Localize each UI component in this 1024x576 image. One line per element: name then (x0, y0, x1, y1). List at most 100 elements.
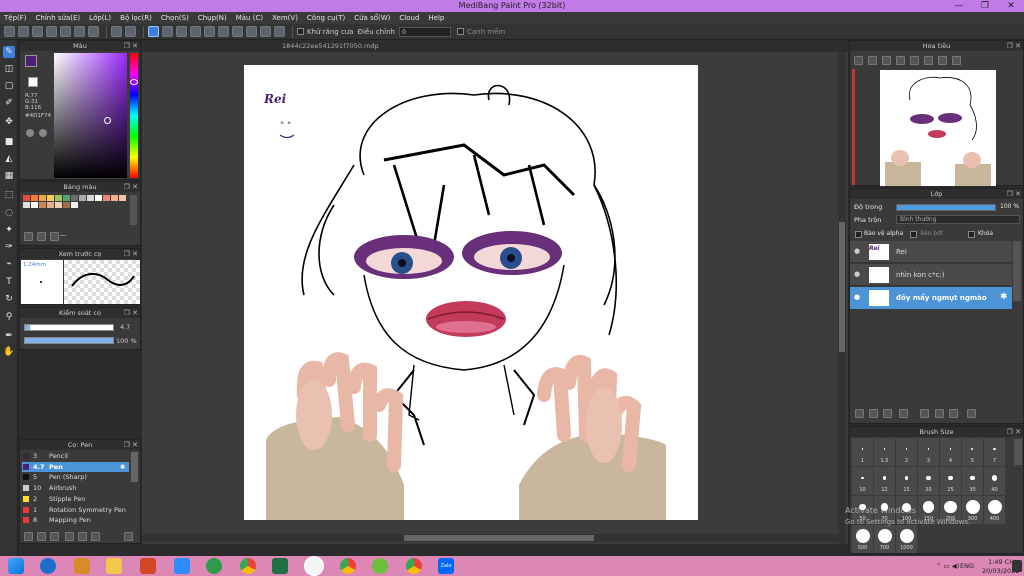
brush-size-cell[interactable]: 5 (962, 438, 983, 466)
dot-tool-icon[interactable]: ▢ (3, 80, 15, 92)
snap-curve-icon[interactable] (260, 26, 271, 37)
language-indicator[interactable]: ENG (960, 562, 974, 570)
snap-grid-icon[interactable] (176, 26, 187, 37)
menu-view[interactable]: Xem(V) (272, 14, 298, 22)
magic-wand-icon[interactable]: ✦ (3, 224, 15, 236)
color-picker-cursor[interactable] (104, 117, 111, 124)
palette-more[interactable]: --- (60, 232, 67, 239)
layer-opacity-slider[interactable] (896, 204, 996, 211)
document-tab[interactable]: 1844c22ee541291f7050.mdp (282, 42, 379, 50)
new-icon[interactable] (60, 26, 71, 37)
snap-radial-icon[interactable] (204, 26, 215, 37)
brush-item-selected[interactable]: 4.7 Pen ✱ (22, 461, 129, 472)
brush-item[interactable]: 10 Airbrush (22, 483, 129, 493)
secondary-color-swatch[interactable] (28, 77, 38, 87)
layer-merge-icon[interactable] (949, 409, 958, 418)
snap-off-icon[interactable] (148, 26, 159, 37)
palette-swatch[interactable] (103, 195, 110, 201)
vertical-scroll-thumb[interactable] (839, 222, 845, 352)
save-icon[interactable] (32, 26, 43, 37)
excel-icon[interactable] (272, 558, 288, 574)
move-tool-icon[interactable]: ✥ (3, 116, 15, 128)
horizontal-scroll-thumb[interactable] (404, 535, 594, 541)
menu-window[interactable]: Cửa sổ(W) (354, 14, 390, 22)
layer-new-8bit-icon[interactable] (869, 409, 878, 418)
brush-size-cell[interactable]: 25 (940, 467, 961, 495)
menu-select[interactable]: Chọn(S) (161, 14, 189, 22)
file-explorer-icon[interactable] (106, 558, 122, 574)
panel-close-icon[interactable]: ❐ ✕ (1007, 41, 1021, 51)
brush-size-cell[interactable]: 20 (918, 467, 939, 495)
nav-reset-icon[interactable] (938, 56, 947, 65)
menu-help[interactable]: Help (428, 14, 444, 22)
snap-parallel-icon[interactable] (162, 26, 173, 37)
menu-color[interactable]: Màu (C) (236, 14, 263, 22)
brush-size-slider[interactable] (24, 324, 114, 331)
brush-tool-icon[interactable]: ✎ (3, 46, 15, 58)
snap-settings-icon[interactable] (246, 26, 257, 37)
export-icon[interactable] (74, 26, 85, 37)
panel-close-icon[interactable]: ❐ ✕ (124, 249, 138, 259)
palette-swatch[interactable] (31, 195, 38, 201)
nav-flip-icon[interactable] (952, 56, 961, 65)
hue-slider-handle[interactable] (130, 79, 138, 85)
brush-size-cell[interactable]: 1.5 (874, 438, 895, 466)
nav-zoom-out-icon[interactable] (868, 56, 877, 65)
palette-swatch[interactable] (87, 195, 94, 201)
brush-size-cell[interactable]: 30 (962, 467, 983, 495)
chrome-second-icon[interactable] (406, 558, 422, 574)
undo-icon[interactable] (111, 26, 122, 37)
brush-size-cell[interactable]: 40 (984, 467, 1005, 495)
palette-swatch[interactable] (23, 202, 30, 208)
layer-icon[interactable] (46, 26, 57, 37)
brush-size-cell[interactable]: 1000 (896, 525, 917, 553)
cloud-icon[interactable] (4, 26, 15, 37)
clock-time[interactable]: 1:49 CH (988, 558, 1014, 566)
lasso-tool-icon[interactable]: ◌ (3, 207, 15, 219)
internet-explorer-icon[interactable] (40, 558, 56, 574)
palette-scrollbar[interactable] (130, 195, 137, 225)
navigator-thumbnail[interactable] (880, 70, 996, 186)
brush-size-scrollbar[interactable] (1014, 439, 1022, 465)
app-lime-icon[interactable] (372, 558, 388, 574)
brush-size-cell[interactable]: 3 (918, 438, 939, 466)
brush-delete-icon[interactable] (124, 532, 133, 541)
palette-swatch[interactable] (71, 202, 78, 208)
layer-row[interactable]: ● Rei Rei (850, 241, 1012, 263)
close-button[interactable]: ✕ (998, 0, 1024, 12)
minimize-button[interactable]: — (946, 0, 972, 12)
brush-folder-icon[interactable] (65, 532, 74, 541)
lock-checkbox[interactable] (968, 231, 975, 238)
open-icon[interactable] (18, 26, 29, 37)
palette-swatch[interactable] (95, 195, 102, 201)
layer-visibility-icon[interactable]: ● (854, 270, 860, 278)
palette-delete-icon[interactable] (50, 232, 59, 241)
nav-zoom-slider[interactable] (852, 69, 855, 185)
layer-visibility-icon[interactable]: ● (854, 293, 860, 301)
palette-new-icon[interactable] (37, 232, 46, 241)
horizontal-scrollbar[interactable] (142, 534, 838, 542)
brush-settings-icon[interactable] (91, 532, 100, 541)
zalo-icon[interactable]: Zalo (438, 558, 454, 574)
brush-size-cell[interactable]: 500 (852, 525, 873, 553)
panel-close-icon[interactable]: ❐ ✕ (124, 440, 138, 450)
eyedropper-tool-icon[interactable]: ⚲ (3, 311, 15, 323)
panel-close-icon[interactable]: ❐ ✕ (1007, 427, 1021, 437)
palette-swatch[interactable] (39, 202, 46, 208)
select-pen-icon[interactable]: ✐ (3, 97, 15, 109)
brush-size-cell[interactable]: 7 (984, 438, 1005, 466)
clip-checkbox[interactable] (910, 231, 917, 238)
protect-alpha-checkbox[interactable] (855, 231, 862, 238)
brush-size-cell[interactable]: 15 (896, 467, 917, 495)
layer-delete-icon[interactable] (967, 409, 976, 418)
layer-new-1bit-icon[interactable] (883, 409, 892, 418)
brush-opacity-slider[interactable] (24, 337, 114, 344)
menu-snap[interactable]: Chụp(N) (198, 14, 227, 22)
layer-settings-gear-icon[interactable]: ✱ (1000, 292, 1008, 302)
panel-close-icon[interactable]: ❐ ✕ (124, 41, 138, 51)
layer-visibility-icon[interactable]: ● (854, 247, 860, 255)
palette-swatch[interactable] (39, 195, 46, 201)
layer-row-selected[interactable]: ● đôy mẩy ngmụt ngmào ✱ (850, 287, 1012, 309)
panel-close-icon[interactable]: ❐ ✕ (124, 308, 138, 318)
palette-swatch[interactable] (63, 202, 70, 208)
